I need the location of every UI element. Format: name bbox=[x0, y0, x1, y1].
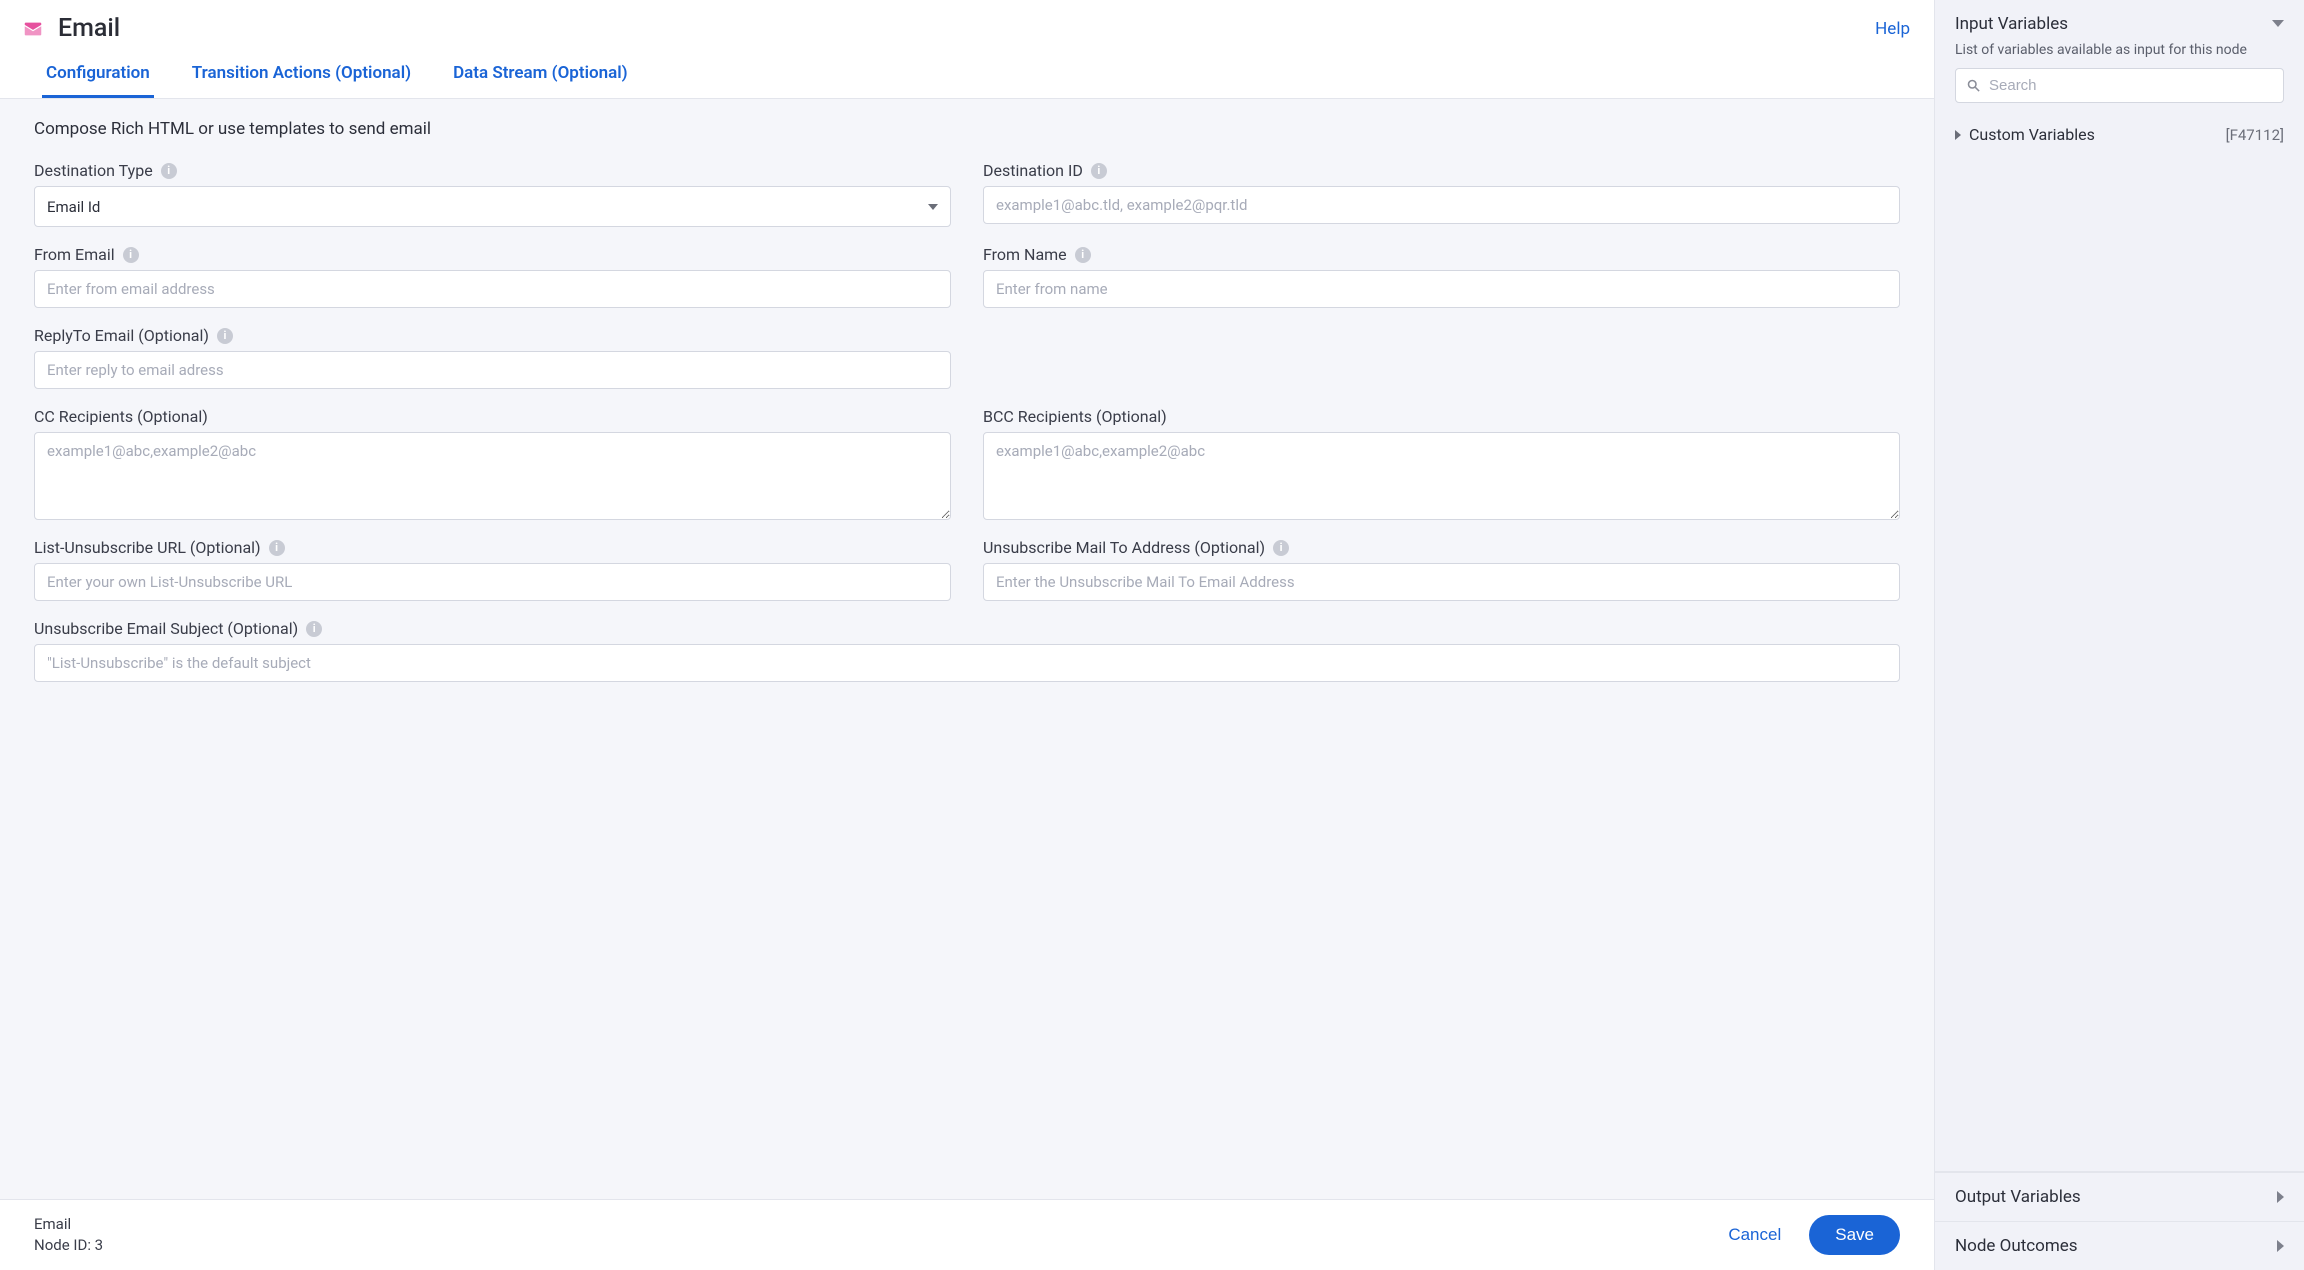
unsub-mailto-input[interactable] bbox=[983, 563, 1900, 601]
info-icon[interactable]: i bbox=[1075, 247, 1091, 263]
page-header: Email Help bbox=[0, 0, 1934, 53]
cc-input[interactable] bbox=[34, 432, 951, 520]
label-unsub-mailto: Unsubscribe Mail To Address (Optional) bbox=[983, 538, 1265, 557]
input-variables-title: Input Variables bbox=[1955, 14, 2068, 34]
label-from-name: From Name bbox=[983, 245, 1067, 264]
output-variables-title: Output Variables bbox=[1955, 1187, 2081, 1207]
chevron-right-icon bbox=[1955, 130, 1961, 140]
info-icon[interactable]: i bbox=[217, 328, 233, 344]
bcc-input[interactable] bbox=[983, 432, 1900, 520]
label-unsub-subject: Unsubscribe Email Subject (Optional) bbox=[34, 619, 298, 638]
form-area[interactable]: Compose Rich HTML or use templates to se… bbox=[0, 99, 1934, 1199]
info-icon[interactable]: i bbox=[1091, 163, 1107, 179]
from-name-input[interactable] bbox=[983, 270, 1900, 308]
label-cc: CC Recipients (Optional) bbox=[34, 407, 208, 426]
tab-configuration[interactable]: Configuration bbox=[42, 53, 154, 98]
variables-group-id: [F47112] bbox=[2226, 126, 2284, 144]
tab-transition-actions[interactable]: Transition Actions (Optional) bbox=[188, 53, 415, 98]
collapse-icon[interactable] bbox=[2272, 20, 2284, 27]
tabs: Configuration Transition Actions (Option… bbox=[0, 53, 1934, 99]
label-destination-type: Destination Type bbox=[34, 161, 153, 180]
email-icon bbox=[22, 18, 44, 40]
save-button[interactable]: Save bbox=[1809, 1215, 1900, 1255]
search-icon bbox=[1966, 78, 1981, 93]
search-input[interactable] bbox=[1989, 77, 2273, 94]
cancel-button[interactable]: Cancel bbox=[1728, 1225, 1781, 1245]
label-destination-id: Destination ID bbox=[983, 161, 1083, 180]
info-icon[interactable]: i bbox=[269, 540, 285, 556]
label-from-email: From Email bbox=[34, 245, 115, 264]
node-outcomes-title: Node Outcomes bbox=[1955, 1236, 2078, 1256]
footer-type: Email bbox=[34, 1214, 103, 1235]
help-link[interactable]: Help bbox=[1875, 19, 1910, 39]
side-panel: Input Variables List of variables availa… bbox=[1934, 0, 2304, 1270]
footer-meta: Email Node ID: 3 bbox=[34, 1214, 103, 1256]
info-icon[interactable]: i bbox=[123, 247, 139, 263]
node-outcomes-header[interactable]: Node Outcomes bbox=[1935, 1221, 2304, 1270]
footer: Email Node ID: 3 Cancel Save bbox=[0, 1199, 1934, 1270]
info-icon[interactable]: i bbox=[306, 621, 322, 637]
page-title: Email bbox=[58, 14, 120, 43]
variables-group[interactable]: Custom Variables [F47112] bbox=[1955, 119, 2284, 150]
replyto-email-input[interactable] bbox=[34, 351, 951, 389]
section-description: Compose Rich HTML or use templates to se… bbox=[34, 119, 1900, 139]
variables-group-label: Custom Variables bbox=[1969, 125, 2095, 144]
from-email-input[interactable] bbox=[34, 270, 951, 308]
output-variables-header[interactable]: Output Variables bbox=[1935, 1172, 2304, 1221]
chevron-right-icon bbox=[2277, 1240, 2284, 1252]
destination-type-value: Email Id bbox=[47, 198, 100, 216]
tab-data-stream[interactable]: Data Stream (Optional) bbox=[449, 53, 632, 98]
label-list-unsub-url: List-Unsubscribe URL (Optional) bbox=[34, 538, 261, 557]
info-icon[interactable]: i bbox=[161, 163, 177, 179]
list-unsub-url-input[interactable] bbox=[34, 563, 951, 601]
label-replyto-email: ReplyTo Email (Optional) bbox=[34, 326, 209, 345]
unsub-subject-input[interactable] bbox=[34, 644, 1900, 682]
chevron-right-icon bbox=[2277, 1191, 2284, 1203]
destination-type-select[interactable]: Email Id bbox=[34, 186, 951, 227]
chevron-down-icon bbox=[928, 204, 938, 210]
footer-node-id: Node ID: 3 bbox=[34, 1235, 103, 1256]
search-wrap[interactable] bbox=[1955, 68, 2284, 103]
destination-id-input[interactable] bbox=[983, 186, 1900, 224]
info-icon[interactable]: i bbox=[1273, 540, 1289, 556]
label-bcc: BCC Recipients (Optional) bbox=[983, 407, 1167, 426]
input-variables-subtitle: List of variables available as input for… bbox=[1935, 42, 2304, 68]
